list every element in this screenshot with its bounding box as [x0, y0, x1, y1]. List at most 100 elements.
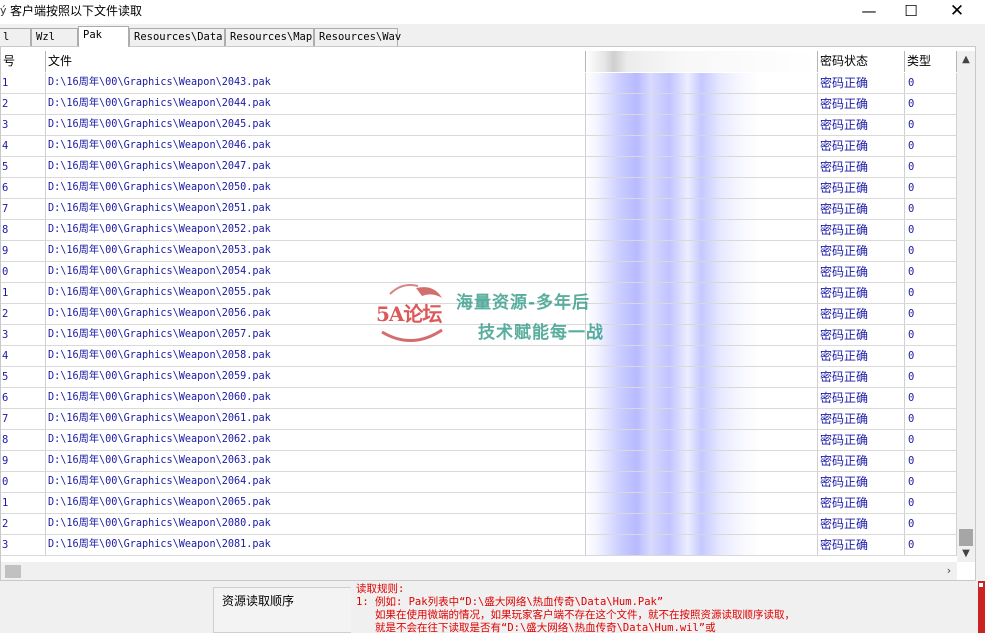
- table-row[interactable]: 1 D:\16周年\00\Graphics\Weapon\2043.pak 密码正确…: [1, 73, 957, 94]
- type-cell: 0: [905, 136, 957, 156]
- redacted-cell: [586, 220, 818, 240]
- file-path-cell: D:\16周年\00\Graphics\Weapon\2046.pak: [46, 136, 586, 156]
- table-row[interactable]: 7 D:\16周年\00\Graphics\Weapon\2061.pak 密码正确…: [1, 409, 957, 430]
- tab-l[interactable]: l: [0, 28, 31, 46]
- table-row[interactable]: 2 D:\16周年\00\Graphics\Weapon\2056.pak 密码正确…: [1, 304, 957, 325]
- row-number-cell: 8: [1, 430, 46, 450]
- table-row[interactable]: 9 D:\16周年\00\Graphics\Weapon\2063.pak 密码正确…: [1, 451, 957, 472]
- file-path-cell: D:\16周年\00\Graphics\Weapon\2060.pak: [46, 388, 586, 408]
- table-row[interactable]: 4 D:\16周年\00\Graphics\Weapon\2046.pak 密码正确…: [1, 136, 957, 157]
- close-button[interactable]: ✕: [934, 0, 980, 24]
- redacted-cell: [586, 115, 818, 135]
- column-header-number[interactable]: 号: [1, 51, 46, 72]
- row-number-cell: 7: [1, 409, 46, 429]
- table-row[interactable]: 6 D:\16周年\00\Graphics\Weapon\2050.pak 密码正确…: [1, 178, 957, 199]
- table-row[interactable]: 1 D:\16周年\00\Graphics\Weapon\2065.pak 密码正确…: [1, 493, 957, 514]
- type-cell: 0: [905, 94, 957, 114]
- file-path-cell: D:\16周年\00\Graphics\Weapon\2065.pak: [46, 493, 586, 513]
- type-cell: 0: [905, 451, 957, 471]
- minimize-button[interactable]: —: [846, 0, 892, 24]
- table-row[interactable]: 8 D:\16周年\00\Graphics\Weapon\2062.pak 密码正确…: [1, 430, 957, 451]
- password-status-cell: 密码正确: [818, 409, 905, 429]
- table-row[interactable]: 0 D:\16周年\00\Graphics\Weapon\2064.pak 密码正确…: [1, 472, 957, 493]
- row-number-cell: 7: [1, 199, 46, 219]
- resource-order-box[interactable]: 资源读取顺序: [213, 587, 351, 633]
- tab-wzl[interactable]: Wzl: [31, 28, 78, 46]
- type-cell: 0: [905, 472, 957, 492]
- type-cell: 0: [905, 409, 957, 429]
- scroll-right-icon[interactable]: ›: [941, 562, 957, 580]
- row-number-cell: 0: [1, 262, 46, 282]
- row-number-cell: 2: [1, 304, 46, 324]
- password-status-cell: 密码正确: [818, 304, 905, 324]
- table-row[interactable]: 9 D:\16周年\00\Graphics\Weapon\2053.pak 密码正确…: [1, 241, 957, 262]
- table-row[interactable]: 0 D:\16周年\00\Graphics\Weapon\2054.pak 密码正确…: [1, 262, 957, 283]
- redacted-cell: [586, 325, 818, 345]
- table-row[interactable]: 2 D:\16周年\00\Graphics\Weapon\2080.pak 密码正确…: [1, 514, 957, 535]
- tab-resources-data[interactable]: Resources\Data: [129, 28, 225, 46]
- type-cell: 0: [905, 430, 957, 450]
- row-number-cell: 1: [1, 493, 46, 513]
- type-cell: 0: [905, 346, 957, 366]
- type-cell: 0: [905, 535, 957, 555]
- window-title: 客户端按照以下文件读取: [10, 4, 143, 18]
- file-path-cell: D:\16周年\00\Graphics\Weapon\2063.pak: [46, 451, 586, 471]
- redacted-cell: [586, 262, 818, 282]
- file-list-grid[interactable]: 号 文件 密码状态 类型 1 D:\16周年\00\Graphics\Weapon…: [0, 46, 976, 581]
- table-row[interactable]: 3 D:\16周年\00\Graphics\Weapon\2057.pak 密码正确…: [1, 325, 957, 346]
- file-path-cell: D:\16周年\00\Graphics\Weapon\2064.pak: [46, 472, 586, 492]
- redacted-cell: [586, 304, 818, 324]
- table-row[interactable]: 3 D:\16周年\00\Graphics\Weapon\2081.pak 密码正确…: [1, 535, 957, 556]
- column-header-password-status[interactable]: 密码状态: [818, 51, 905, 72]
- type-cell: 0: [905, 283, 957, 303]
- column-header-file[interactable]: 文件: [46, 51, 586, 72]
- file-path-cell: D:\16周年\00\Graphics\Weapon\2055.pak: [46, 283, 586, 303]
- rules-line-1: 1: 例如: Pak列表中“D:\盛大网络\热血传奇\Data\Hum.Pak”: [356, 596, 664, 608]
- rules-line-3: 就是不会在往下读取是否有“D:\盛大网络\热血传奇\Data\Hum.wil”或: [375, 622, 716, 633]
- row-number-cell: 8: [1, 220, 46, 240]
- file-path-cell: D:\16周年\00\Graphics\Weapon\2061.pak: [46, 409, 586, 429]
- password-status-cell: 密码正确: [818, 157, 905, 177]
- horizontal-scrollbar[interactable]: ›: [1, 562, 957, 580]
- type-cell: 0: [905, 241, 957, 261]
- file-path-cell: D:\16周年\00\Graphics\Weapon\2080.pak: [46, 514, 586, 534]
- file-path-cell: D:\16周年\00\Graphics\Weapon\2053.pak: [46, 241, 586, 261]
- maximize-button[interactable]: ☐: [888, 0, 934, 24]
- password-status-cell: 密码正确: [818, 262, 905, 282]
- scroll-down-icon[interactable]: ▼: [957, 545, 975, 562]
- table-row[interactable]: 1 D:\16周年\00\Graphics\Weapon\2055.pak 密码正确…: [1, 283, 957, 304]
- row-number-cell: 4: [1, 346, 46, 366]
- row-number-cell: 2: [1, 514, 46, 534]
- file-path-cell: D:\16周年\00\Graphics\Weapon\2044.pak: [46, 94, 586, 114]
- tab-bar: l Wzl Pak Resources\Data Resources\Map R…: [0, 26, 985, 47]
- type-cell: 0: [905, 493, 957, 513]
- table-row[interactable]: 6 D:\16周年\00\Graphics\Weapon\2060.pak 密码正确…: [1, 388, 957, 409]
- scroll-up-icon[interactable]: ▲: [957, 51, 975, 68]
- tab-pak[interactable]: Pak: [78, 26, 129, 47]
- horizontal-scroll-thumb[interactable]: [5, 565, 21, 578]
- tab-resources-wav[interactable]: Resources\Wav: [314, 28, 401, 46]
- password-status-cell: 密码正确: [818, 493, 905, 513]
- file-path-cell: D:\16周年\00\Graphics\Weapon\2054.pak: [46, 262, 586, 282]
- row-number-cell: 4: [1, 136, 46, 156]
- vertical-scroll-thumb[interactable]: [959, 529, 973, 546]
- password-status-cell: 密码正确: [818, 136, 905, 156]
- tab-resources-map[interactable]: Resources\Map: [225, 28, 314, 46]
- file-path-cell: D:\16周年\00\Graphics\Weapon\2056.pak: [46, 304, 586, 324]
- row-number-cell: 6: [1, 388, 46, 408]
- password-status-cell: 密码正确: [818, 535, 905, 555]
- vertical-scrollbar[interactable]: ▲ ▼: [957, 51, 975, 562]
- table-row[interactable]: 8 D:\16周年\00\Graphics\Weapon\2052.pak 密码正确…: [1, 220, 957, 241]
- table-row[interactable]: 5 D:\16周年\00\Graphics\Weapon\2047.pak 密码正确…: [1, 157, 957, 178]
- redacted-cell: [586, 430, 818, 450]
- column-header-redacted[interactable]: [586, 51, 818, 72]
- column-header-type[interactable]: 类型: [905, 51, 957, 72]
- table-row[interactable]: 3 D:\16周年\00\Graphics\Weapon\2045.pak 密码正确…: [1, 115, 957, 136]
- table-row[interactable]: 4 D:\16周年\00\Graphics\Weapon\2058.pak 密码正确…: [1, 346, 957, 367]
- table-row[interactable]: 2 D:\16周年\00\Graphics\Weapon\2044.pak 密码正确…: [1, 94, 957, 115]
- table-row[interactable]: 5 D:\16周年\00\Graphics\Weapon\2059.pak 密码正确…: [1, 367, 957, 388]
- file-path-cell: D:\16周年\00\Graphics\Weapon\2050.pak: [46, 178, 586, 198]
- redacted-cell: [586, 514, 818, 534]
- table-row[interactable]: 7 D:\16周年\00\Graphics\Weapon\2051.pak 密码正确…: [1, 199, 957, 220]
- file-path-cell: D:\16周年\00\Graphics\Weapon\2059.pak: [46, 367, 586, 387]
